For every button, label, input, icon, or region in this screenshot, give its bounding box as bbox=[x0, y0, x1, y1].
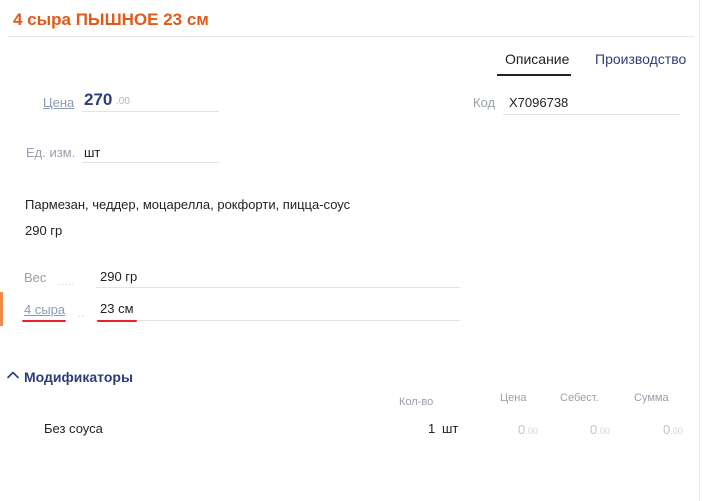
tab-description[interactable]: Описание bbox=[505, 51, 569, 67]
modifier-row-qty-unit: шт bbox=[442, 421, 459, 436]
ingredients-text: Пармезан, чеддер, моцарелла, рокфорти, п… bbox=[25, 197, 351, 212]
code-label: Код bbox=[473, 95, 496, 110]
title-divider bbox=[8, 36, 694, 37]
modifier-row-price[interactable]: 0.00 bbox=[518, 421, 538, 439]
price-label[interactable]: Цена bbox=[43, 95, 74, 110]
price-field-underline bbox=[82, 111, 219, 112]
tab-description-active-indicator bbox=[497, 74, 571, 76]
column-header-price: Цена bbox=[500, 392, 527, 404]
modifier-row-qty[interactable]: 1 bbox=[428, 421, 435, 436]
panel-right-border bbox=[699, 0, 700, 501]
modifier-row-name: Без соуса bbox=[44, 421, 103, 436]
modifier-row-cost[interactable]: 0.00 bbox=[590, 421, 610, 439]
cost-decimal: .00 bbox=[597, 426, 610, 436]
unit-field-underline bbox=[82, 162, 219, 163]
property-weight-underline bbox=[96, 287, 460, 288]
modifiers-section-title[interactable]: Модификаторы bbox=[24, 369, 133, 385]
active-row-indicator bbox=[0, 292, 3, 326]
property-leader-dots: .. bbox=[78, 309, 86, 319]
property-size-underline bbox=[96, 320, 460, 321]
price-value-integer[interactable]: 270 bbox=[84, 90, 112, 110]
weight-text: 290 гр bbox=[25, 223, 63, 238]
price-decimal: .00 bbox=[525, 426, 538, 436]
unit-label: Ед. изм. bbox=[26, 145, 76, 160]
red-annotation-underline bbox=[97, 320, 137, 322]
red-annotation-underline bbox=[22, 320, 66, 322]
code-field-underline bbox=[503, 114, 680, 115]
chevron-up-icon[interactable] bbox=[6, 368, 20, 382]
tab-production[interactable]: Производство bbox=[595, 51, 686, 67]
column-header-sum: Сумма bbox=[634, 392, 669, 404]
column-header-cost: Себест. bbox=[560, 392, 599, 404]
price-value-decimal: .00 bbox=[116, 96, 130, 107]
modifier-row-sum[interactable]: 0.00 bbox=[663, 421, 683, 439]
unit-field[interactable]: шт bbox=[84, 145, 100, 160]
property-value-weight[interactable]: 290 гр bbox=[100, 269, 137, 284]
column-header-qty: Кол-во bbox=[399, 396, 434, 408]
product-title: 4 сыра ПЫШНОЕ 23 см bbox=[13, 10, 209, 29]
property-leader-dots: ..... bbox=[58, 277, 76, 287]
sum-decimal: .00 bbox=[670, 426, 683, 436]
property-label-weight: Вес bbox=[24, 270, 47, 285]
code-field[interactable]: X7096738 bbox=[509, 95, 568, 110]
property-value-size[interactable]: 23 см bbox=[100, 301, 134, 316]
property-label-size[interactable]: 4 сыра bbox=[24, 302, 65, 317]
